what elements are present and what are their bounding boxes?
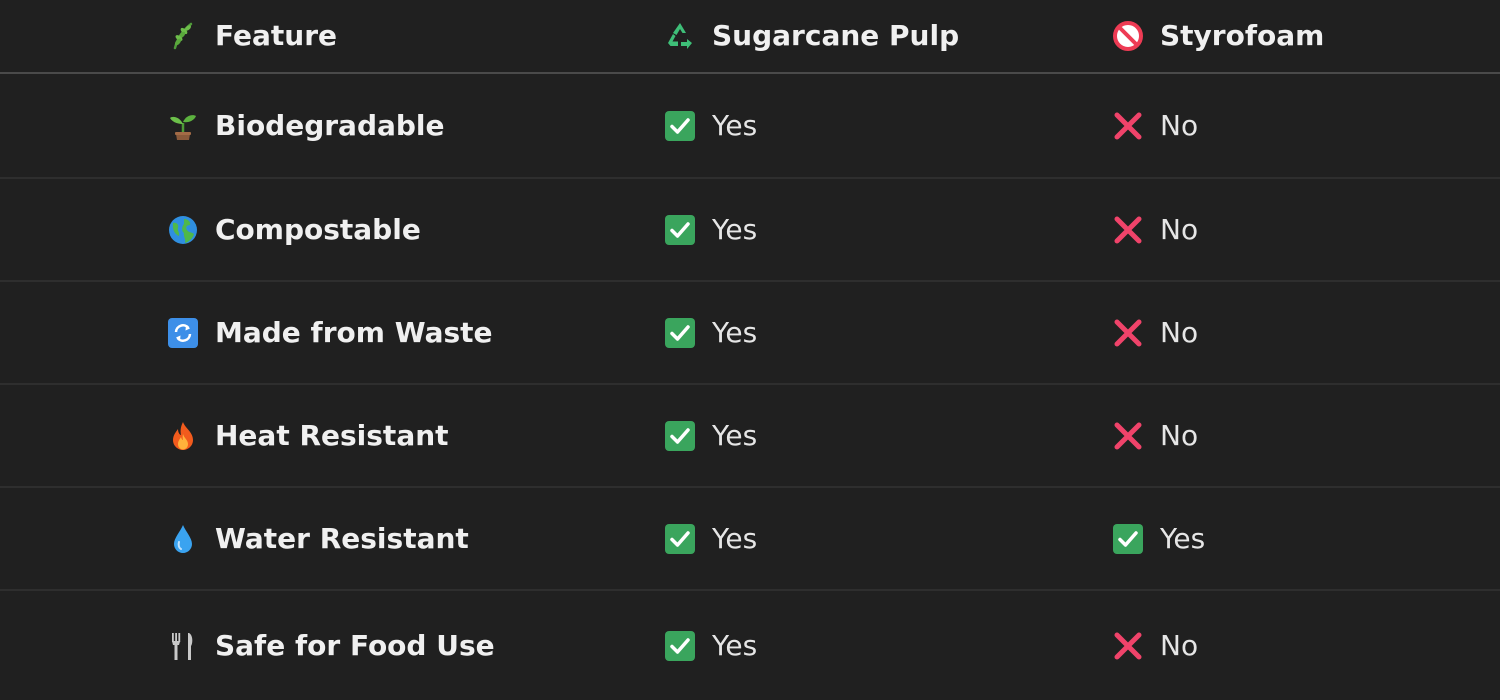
check-mark-icon: [664, 523, 696, 555]
feature-label: Water Resistant: [215, 521, 469, 555]
check-mark-icon: [664, 214, 696, 246]
styrofoam-value: No: [1160, 418, 1199, 452]
check-mark-icon: [664, 110, 696, 142]
check-mark-icon: [664, 317, 696, 349]
styrofoam-value: Yes: [1160, 521, 1206, 555]
sugarcane-cell: Yes: [664, 385, 757, 486]
header-cell-sugarcane: Sugarcane Pulp: [664, 0, 959, 72]
feature-cell: Heat Resistant: [167, 385, 449, 486]
styrofoam-cell: Yes: [1112, 488, 1205, 589]
header-cell-feature: Feature: [167, 0, 337, 72]
comparison-table: Feature Sugarcane Pulp Styrofoam Biodegr…: [0, 0, 1500, 700]
header-cell-styrofoam: Styrofoam: [1112, 0, 1324, 72]
feature-cell: Made from Waste: [167, 282, 493, 383]
prohibited-icon: [1112, 20, 1144, 52]
feature-label: Made from Waste: [215, 315, 493, 349]
sugarcane-cell: Yes: [664, 74, 757, 177]
check-mark-icon: [1112, 523, 1144, 555]
feature-cell: Compostable: [167, 179, 421, 280]
header-styrofoam-label: Styrofoam: [1160, 19, 1325, 52]
herb-icon: [167, 20, 199, 52]
check-mark-icon: [664, 630, 696, 662]
feature-label: Compostable: [215, 212, 421, 246]
seedling-icon: [167, 110, 199, 142]
table-row: Water Resistant Yes Yes: [0, 488, 1500, 591]
feature-cell: Safe for Food Use: [167, 591, 495, 700]
table-header-row: Feature Sugarcane Pulp Styrofoam: [0, 0, 1500, 74]
sugarcane-value: Yes: [712, 212, 758, 246]
fork-knife-icon: [167, 630, 199, 662]
styrofoam-value: No: [1160, 315, 1199, 349]
arrows-cycle-icon: [167, 317, 199, 349]
table-row: Made from Waste Yes No: [0, 282, 1500, 385]
table-row: Safe for Food Use Yes No: [0, 591, 1500, 700]
sugarcane-value: Yes: [712, 521, 758, 555]
sugarcane-cell: Yes: [664, 591, 757, 700]
cross-mark-icon: [1112, 214, 1144, 246]
cross-mark-icon: [1112, 420, 1144, 452]
sugarcane-cell: Yes: [664, 179, 757, 280]
styrofoam-value: No: [1160, 108, 1199, 142]
cross-mark-icon: [1112, 317, 1144, 349]
table-row: Biodegradable Yes No: [0, 74, 1500, 179]
feature-label: Safe for Food Use: [215, 628, 495, 662]
feature-label: Biodegradable: [215, 108, 445, 142]
table-row: Compostable Yes No: [0, 179, 1500, 282]
styrofoam-cell: No: [1112, 74, 1198, 177]
styrofoam-value: No: [1160, 212, 1199, 246]
feature-cell: Water Resistant: [167, 488, 469, 589]
sugarcane-value: Yes: [712, 315, 758, 349]
styrofoam-cell: No: [1112, 179, 1198, 280]
globe-icon: [167, 214, 199, 246]
header-feature-label: Feature: [215, 19, 337, 52]
check-mark-icon: [664, 420, 696, 452]
styrofoam-cell: No: [1112, 282, 1198, 383]
styrofoam-value: No: [1160, 628, 1199, 662]
sugarcane-value: Yes: [712, 418, 758, 452]
feature-cell: Biodegradable: [167, 74, 445, 177]
header-sugarcane-label: Sugarcane Pulp: [712, 19, 960, 52]
recycle-icon: [664, 20, 696, 52]
table-row: Heat Resistant Yes No: [0, 385, 1500, 488]
sugarcane-cell: Yes: [664, 488, 757, 589]
styrofoam-cell: No: [1112, 591, 1198, 700]
sugarcane-cell: Yes: [664, 282, 757, 383]
cross-mark-icon: [1112, 630, 1144, 662]
sugarcane-value: Yes: [712, 628, 758, 662]
fire-icon: [167, 420, 199, 452]
sugarcane-value: Yes: [712, 108, 758, 142]
droplet-icon: [167, 523, 199, 555]
cross-mark-icon: [1112, 110, 1144, 142]
feature-label: Heat Resistant: [215, 418, 449, 452]
styrofoam-cell: No: [1112, 385, 1198, 486]
